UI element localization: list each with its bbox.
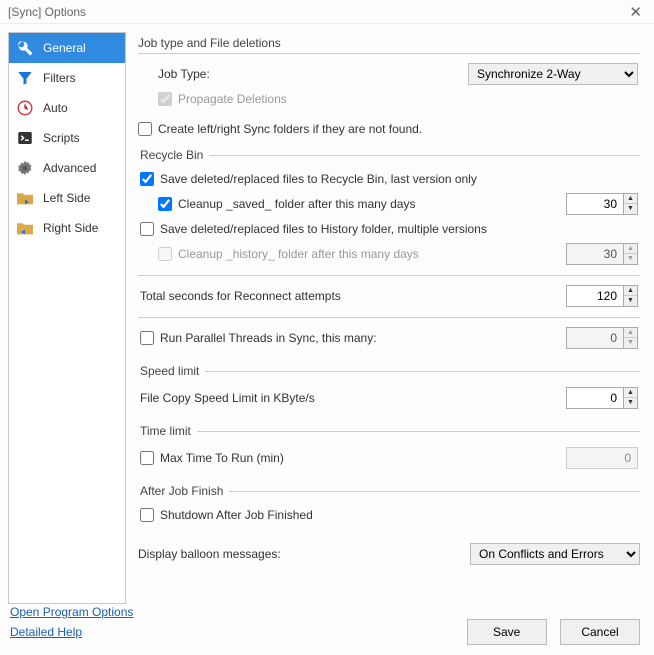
sidebar-item-label: Scripts <box>43 131 80 145</box>
balloon-select[interactable]: On Conflicts and Errors <box>470 543 640 565</box>
speed-label: File Copy Speed Limit in KByte/s <box>140 391 315 405</box>
reconnect-label: Total seconds for Reconnect attempts <box>140 289 341 303</box>
sidebar-item-label: Filters <box>43 71 76 85</box>
cancel-button[interactable]: Cancel <box>560 619 640 645</box>
folder-left-icon <box>15 218 35 238</box>
recycle-legend: Recycle Bin <box>138 148 209 162</box>
sidebar-item-auto[interactable]: Auto <box>9 93 125 123</box>
recycle-group: Recycle Bin Save deleted/replaced files … <box>138 148 640 272</box>
terminal-icon <box>15 128 35 148</box>
content-area: General Filters Auto Scripts Advanced <box>0 24 654 604</box>
wrench-icon <box>15 38 35 58</box>
sidebar-item-left-side[interactable]: Left Side <box>9 183 125 213</box>
jobtype-select[interactable]: Synchronize 2-Way <box>468 63 638 85</box>
sidebar-item-label: Auto <box>43 101 68 115</box>
balloon-label: Display balloon messages: <box>138 547 281 561</box>
sidebar-item-filters[interactable]: Filters <box>9 63 125 93</box>
create-folders-checkbox[interactable]: Create left/right Sync folders if they a… <box>138 122 422 136</box>
maxtime-checkbox[interactable]: Max Time To Run (min) <box>140 451 284 465</box>
propagate-deletions-checkbox: Propagate Deletions <box>140 92 287 106</box>
after-group: After Job Finish Shutdown After Job Fini… <box>138 484 640 530</box>
gear-icon <box>15 158 35 178</box>
sidebar-item-label: General <box>43 41 86 55</box>
sidebar-item-advanced[interactable]: Advanced <box>9 153 125 183</box>
save-recycle-checkbox[interactable]: Save deleted/replaced files to Recycle B… <box>140 172 477 186</box>
jobtype-label: Job Type: <box>158 67 210 81</box>
sidebar-item-label: Right Side <box>43 221 98 235</box>
main-panel: Job type and File deletions Job Type: Sy… <box>126 24 654 604</box>
reconnect-group: Total seconds for Reconnect attempts ▲▼ <box>138 275 640 314</box>
funnel-icon <box>15 68 35 88</box>
shutdown-checkbox[interactable]: Shutdown After Job Finished <box>140 508 313 522</box>
open-program-options-link[interactable]: Open Program Options <box>10 605 133 619</box>
clock-icon <box>15 98 35 118</box>
maxtime-input <box>566 447 638 469</box>
sidebar: General Filters Auto Scripts Advanced <box>8 32 126 604</box>
cleanup-history-checkbox: Cleanup _history_ folder after this many… <box>140 247 419 261</box>
titlebar: [Sync] Options ✕ <box>0 0 654 24</box>
folder-right-icon <box>15 188 35 208</box>
after-legend: After Job Finish <box>138 484 229 498</box>
jobtype-group: Job Type: Synchronize 2-Way Propagate De… <box>138 53 640 114</box>
parallel-checkbox[interactable]: Run Parallel Threads in Sync, this many: <box>140 331 377 345</box>
window-title: [Sync] Options <box>8 5 86 19</box>
cleanup-saved-checkbox[interactable]: Cleanup _saved_ folder after this many d… <box>140 197 415 211</box>
speed-legend: Speed limit <box>138 364 205 378</box>
detailed-help-link[interactable]: Detailed Help <box>10 625 133 639</box>
time-legend: Time limit <box>138 424 197 438</box>
time-group: Time limit Max Time To Run (min) <box>138 424 640 476</box>
sidebar-item-label: Left Side <box>43 191 90 205</box>
speed-group: Speed limit File Copy Speed Limit in KBy… <box>138 364 640 416</box>
cleanup-saved-spin[interactable]: ▲▼ <box>566 193 638 215</box>
speed-spin[interactable]: ▲▼ <box>566 387 638 409</box>
sidebar-item-right-side[interactable]: Right Side <box>9 213 125 243</box>
parallel-spin: ▲▼ <box>566 327 638 349</box>
save-history-checkbox[interactable]: Save deleted/replaced files to History f… <box>140 222 487 236</box>
reconnect-spin[interactable]: ▲▼ <box>566 285 638 307</box>
jobtype-legend: Job type and File deletions <box>138 36 640 50</box>
sidebar-item-scripts[interactable]: Scripts <box>9 123 125 153</box>
spinner-arrows[interactable]: ▲▼ <box>623 194 637 214</box>
cleanup-history-spin: ▲▼ <box>566 243 638 265</box>
save-button[interactable]: Save <box>467 619 547 645</box>
sidebar-item-general[interactable]: General <box>9 33 125 63</box>
footer: Open Program Options Detailed Help Save … <box>0 591 654 655</box>
parallel-group: Run Parallel Threads in Sync, this many:… <box>138 317 640 356</box>
close-icon[interactable]: ✕ <box>625 3 646 21</box>
sidebar-item-label: Advanced <box>43 161 96 175</box>
